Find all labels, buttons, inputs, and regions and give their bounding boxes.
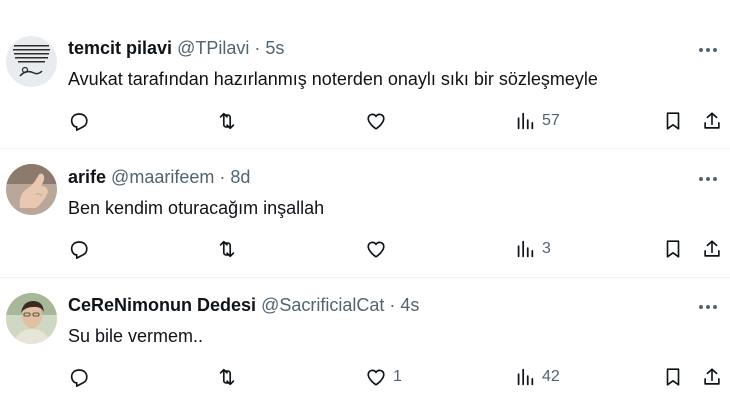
author-handle[interactable]: @maarifeem xyxy=(111,167,214,187)
action-bar: 1 42 xyxy=(0,365,730,389)
share-button[interactable] xyxy=(701,365,723,389)
bookmark-icon xyxy=(666,240,680,258)
retweet-button[interactable] xyxy=(216,237,238,261)
separator: · xyxy=(219,167,226,187)
timestamp[interactable]: 4s xyxy=(400,295,419,315)
action-bar: 3 xyxy=(0,237,730,261)
separator: · xyxy=(254,38,261,58)
bookmark-button[interactable] xyxy=(662,237,684,261)
tweet-text: Su bile vermem.. xyxy=(68,326,204,346)
share-button[interactable] xyxy=(701,237,723,261)
reply-icon xyxy=(70,113,88,131)
author-name[interactable]: temcit pilavi xyxy=(68,38,172,58)
like-button[interactable]: 1 xyxy=(365,365,402,389)
views-button[interactable]: 3 xyxy=(514,237,551,261)
tweet-header: CeReNimonun Dedesi @SacrificialCat · 4s xyxy=(68,294,419,316)
view-count: 3 xyxy=(542,240,551,257)
tweet[interactable]: temcit pilavi @TPilavi · 5s Avukat taraf… xyxy=(0,0,730,149)
author-handle[interactable]: @TPilavi xyxy=(177,38,249,58)
avatar[interactable] xyxy=(6,36,57,87)
bookmark-button[interactable] xyxy=(662,109,684,133)
reply-button[interactable] xyxy=(68,109,90,133)
tweet[interactable]: arife @maarifeem · 8d Ben kendim oturaca… xyxy=(0,149,730,278)
heart-icon xyxy=(367,113,385,130)
bookmark-icon xyxy=(666,368,680,386)
author-handle[interactable]: @SacrificialCat xyxy=(261,295,384,315)
reply-button[interactable] xyxy=(68,365,90,389)
share-icon xyxy=(704,240,720,257)
timestamp[interactable]: 5s xyxy=(265,38,284,58)
tweet-text: Ben kendim oturacağım inşallah xyxy=(68,198,325,218)
like-button[interactable] xyxy=(365,109,393,133)
tweet[interactable]: CeReNimonun Dedesi @SacrificialCat · 4s … xyxy=(0,278,730,420)
author-name[interactable]: CeReNimonun Dedesi xyxy=(68,295,256,315)
bookmark-icon xyxy=(666,112,680,130)
share-icon xyxy=(704,368,720,385)
retweet-icon xyxy=(219,368,235,386)
views-button[interactable]: 42 xyxy=(514,365,560,389)
retweet-button[interactable] xyxy=(216,109,238,133)
separator: · xyxy=(389,295,396,315)
more-icon[interactable] xyxy=(696,40,720,60)
retweet-icon xyxy=(219,240,235,258)
view-count: 57 xyxy=(542,112,560,129)
timestamp[interactable]: 8d xyxy=(230,167,250,187)
views-button[interactable]: 57 xyxy=(514,109,560,133)
heart-icon xyxy=(367,369,385,386)
views-icon xyxy=(517,368,534,386)
tweet-header: arife @maarifeem · 8d xyxy=(68,166,250,188)
retweet-icon xyxy=(219,112,235,130)
reply-icon xyxy=(70,241,88,259)
views-icon xyxy=(517,240,534,258)
like-button[interactable] xyxy=(365,237,393,261)
heart-icon xyxy=(367,241,385,258)
reply-icon xyxy=(70,369,88,387)
tweet-text: Avukat tarafından hazırlanmış noterden o… xyxy=(68,69,598,89)
retweet-button[interactable] xyxy=(216,365,238,389)
tweet-header: temcit pilavi @TPilavi · 5s xyxy=(68,37,284,59)
reply-feed: temcit pilavi @TPilavi · 5s Avukat taraf… xyxy=(0,0,730,420)
share-button[interactable] xyxy=(701,109,723,133)
views-icon xyxy=(517,112,534,130)
view-count: 42 xyxy=(542,368,560,385)
author-name[interactable]: arife xyxy=(68,167,106,187)
share-icon xyxy=(704,112,720,129)
avatar[interactable] xyxy=(6,293,57,344)
action-bar: 57 xyxy=(0,109,730,133)
more-icon[interactable] xyxy=(696,169,720,189)
more-icon[interactable] xyxy=(696,297,720,317)
bookmark-button[interactable] xyxy=(662,365,684,389)
reply-button[interactable] xyxy=(68,237,90,261)
avatar[interactable] xyxy=(6,164,57,215)
like-count: 1 xyxy=(393,368,402,385)
